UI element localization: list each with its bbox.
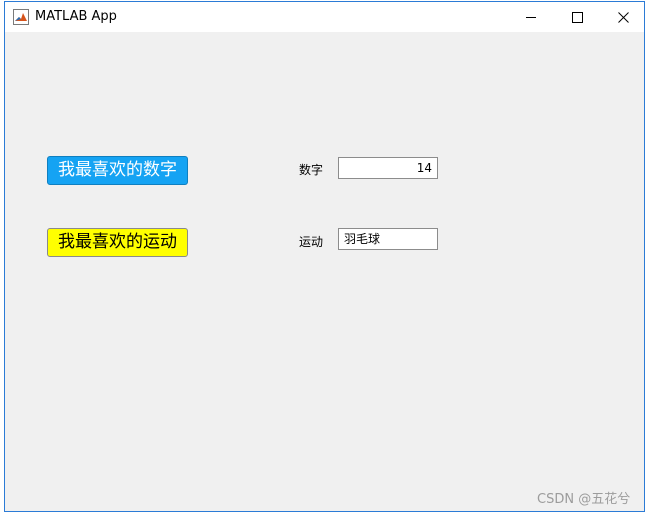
- favorite-sport-button[interactable]: 我最喜欢的运动: [47, 228, 188, 257]
- window-title: MATLAB App: [35, 9, 117, 24]
- watermark: CSDN @五花兮: [537, 492, 631, 507]
- minimize-icon: [525, 8, 537, 27]
- maximize-button[interactable]: [554, 2, 600, 32]
- sport-field[interactable]: 羽毛球: [338, 228, 438, 250]
- number-label: 数字: [299, 163, 324, 177]
- app-content: 我最喜欢的数字 我最喜欢的运动 数字 14 运动 羽毛球 CSDN @五花兮: [5, 32, 644, 511]
- app-window: MATLAB App 我最喜欢的数字 我最喜欢的运动 数字 14 运动 羽毛球 …: [4, 1, 645, 512]
- title-bar[interactable]: MATLAB App: [5, 2, 644, 32]
- matlab-icon: [13, 9, 29, 25]
- close-icon: [617, 8, 629, 27]
- sport-label: 运动: [299, 235, 324, 249]
- favorite-number-button[interactable]: 我最喜欢的数字: [47, 156, 188, 185]
- close-button[interactable]: [600, 2, 646, 32]
- number-field[interactable]: 14: [338, 157, 438, 179]
- maximize-icon: [571, 8, 583, 27]
- minimize-button[interactable]: [508, 2, 554, 32]
